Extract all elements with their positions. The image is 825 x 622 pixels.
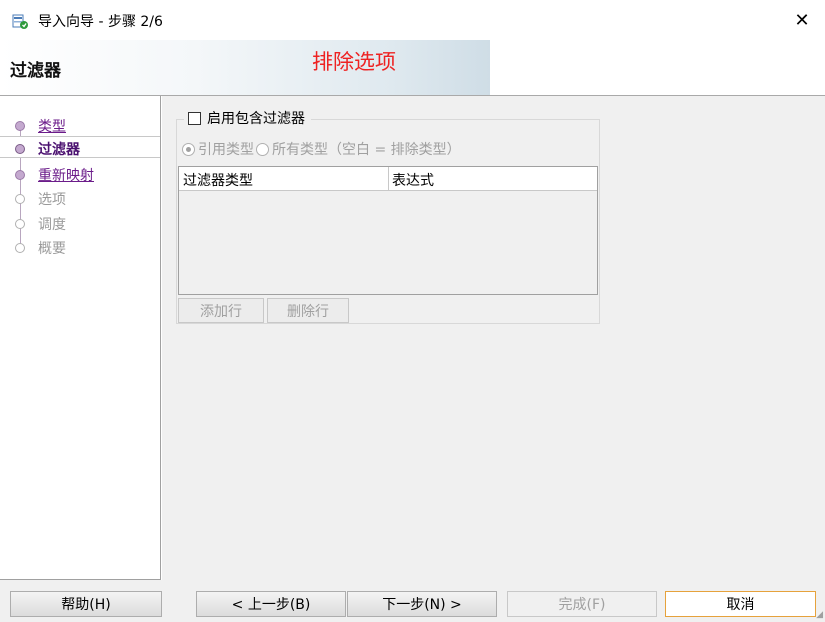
step-item-options: 选项 <box>0 187 160 209</box>
title-bar: 导入向导 - 步骤 2/6 ✕ <box>0 0 825 40</box>
column-header-filter-type[interactable]: 过滤器类型 <box>183 170 253 190</box>
step-label: 概要 <box>38 241 66 257</box>
page-title: 过滤器 <box>10 61 61 81</box>
steps-sidebar: 类型 过滤器 重新映射 选项 调度 概要 <box>0 96 161 580</box>
step-label: 选项 <box>38 192 66 208</box>
step-item-filters[interactable]: 过滤器 <box>0 136 160 158</box>
step-item-summary: 概要 <box>0 236 160 258</box>
step-item-type[interactable]: 类型 <box>0 114 160 136</box>
radio-referenced-types[interactable] <box>182 142 195 156</box>
next-button[interactable]: 下一步(N) > <box>347 591 497 617</box>
enable-filter-label: 启用包含过滤器 <box>207 111 305 127</box>
step-item-schedule: 调度 <box>0 212 160 234</box>
main-panel: 启用包含过滤器 引用类型 所有类型（空白 = 排除类型） 过滤器类型 表达式 添… <box>162 96 825 580</box>
enable-include-filter[interactable]: 启用包含过滤器 <box>184 108 311 128</box>
finish-button[interactable]: 完成(F) <box>507 591 657 617</box>
window-title: 导入向导 - 步骤 2/6 <box>38 14 163 30</box>
header-annotation: 排除选项 <box>312 50 396 74</box>
enable-filter-checkbox[interactable] <box>188 111 201 125</box>
step-label: 类型 <box>38 119 66 135</box>
step-node-icon <box>15 170 25 180</box>
wizard-footer: 帮助(H) < 上一步(B) 下一步(N) > 完成(F) 取消 ◢ <box>0 580 825 622</box>
wizard-app-icon <box>12 14 28 29</box>
delete-row-button[interactable]: 删除行 <box>267 298 349 323</box>
step-label: 过滤器 <box>38 142 80 158</box>
add-row-button[interactable]: 添加行 <box>178 298 264 323</box>
step-node-icon <box>15 243 25 253</box>
radio-all-label: 所有类型（空白 = 排除类型） <box>272 142 461 158</box>
header-gradient <box>0 40 490 96</box>
type-radio-group: 引用类型 所有类型（空白 = 排除类型） <box>182 139 461 159</box>
step-node-icon <box>15 219 25 229</box>
step-label: 重新映射 <box>38 168 94 184</box>
close-icon[interactable]: ✕ <box>779 0 825 40</box>
wizard-header: 过滤器 排除选项 <box>0 40 825 96</box>
radio-all-types[interactable] <box>256 142 269 156</box>
column-separator <box>388 167 389 191</box>
column-header-expression[interactable]: 表达式 <box>392 170 434 190</box>
back-button[interactable]: < 上一步(B) <box>196 591 346 617</box>
step-node-icon <box>15 144 25 154</box>
cancel-button[interactable]: 取消 <box>665 591 816 617</box>
step-node-icon <box>15 121 25 131</box>
filter-table[interactable]: 过滤器类型 表达式 <box>178 166 598 295</box>
radio-referenced-label: 引用类型 <box>198 142 254 158</box>
step-item-remap[interactable]: 重新映射 <box>0 163 160 185</box>
help-button[interactable]: 帮助(H) <box>10 591 162 617</box>
filter-table-header: 过滤器类型 表达式 <box>179 167 597 191</box>
step-node-icon <box>15 194 25 204</box>
step-label: 调度 <box>38 217 66 233</box>
resize-grip-icon[interactable]: ◢ <box>813 610 823 620</box>
